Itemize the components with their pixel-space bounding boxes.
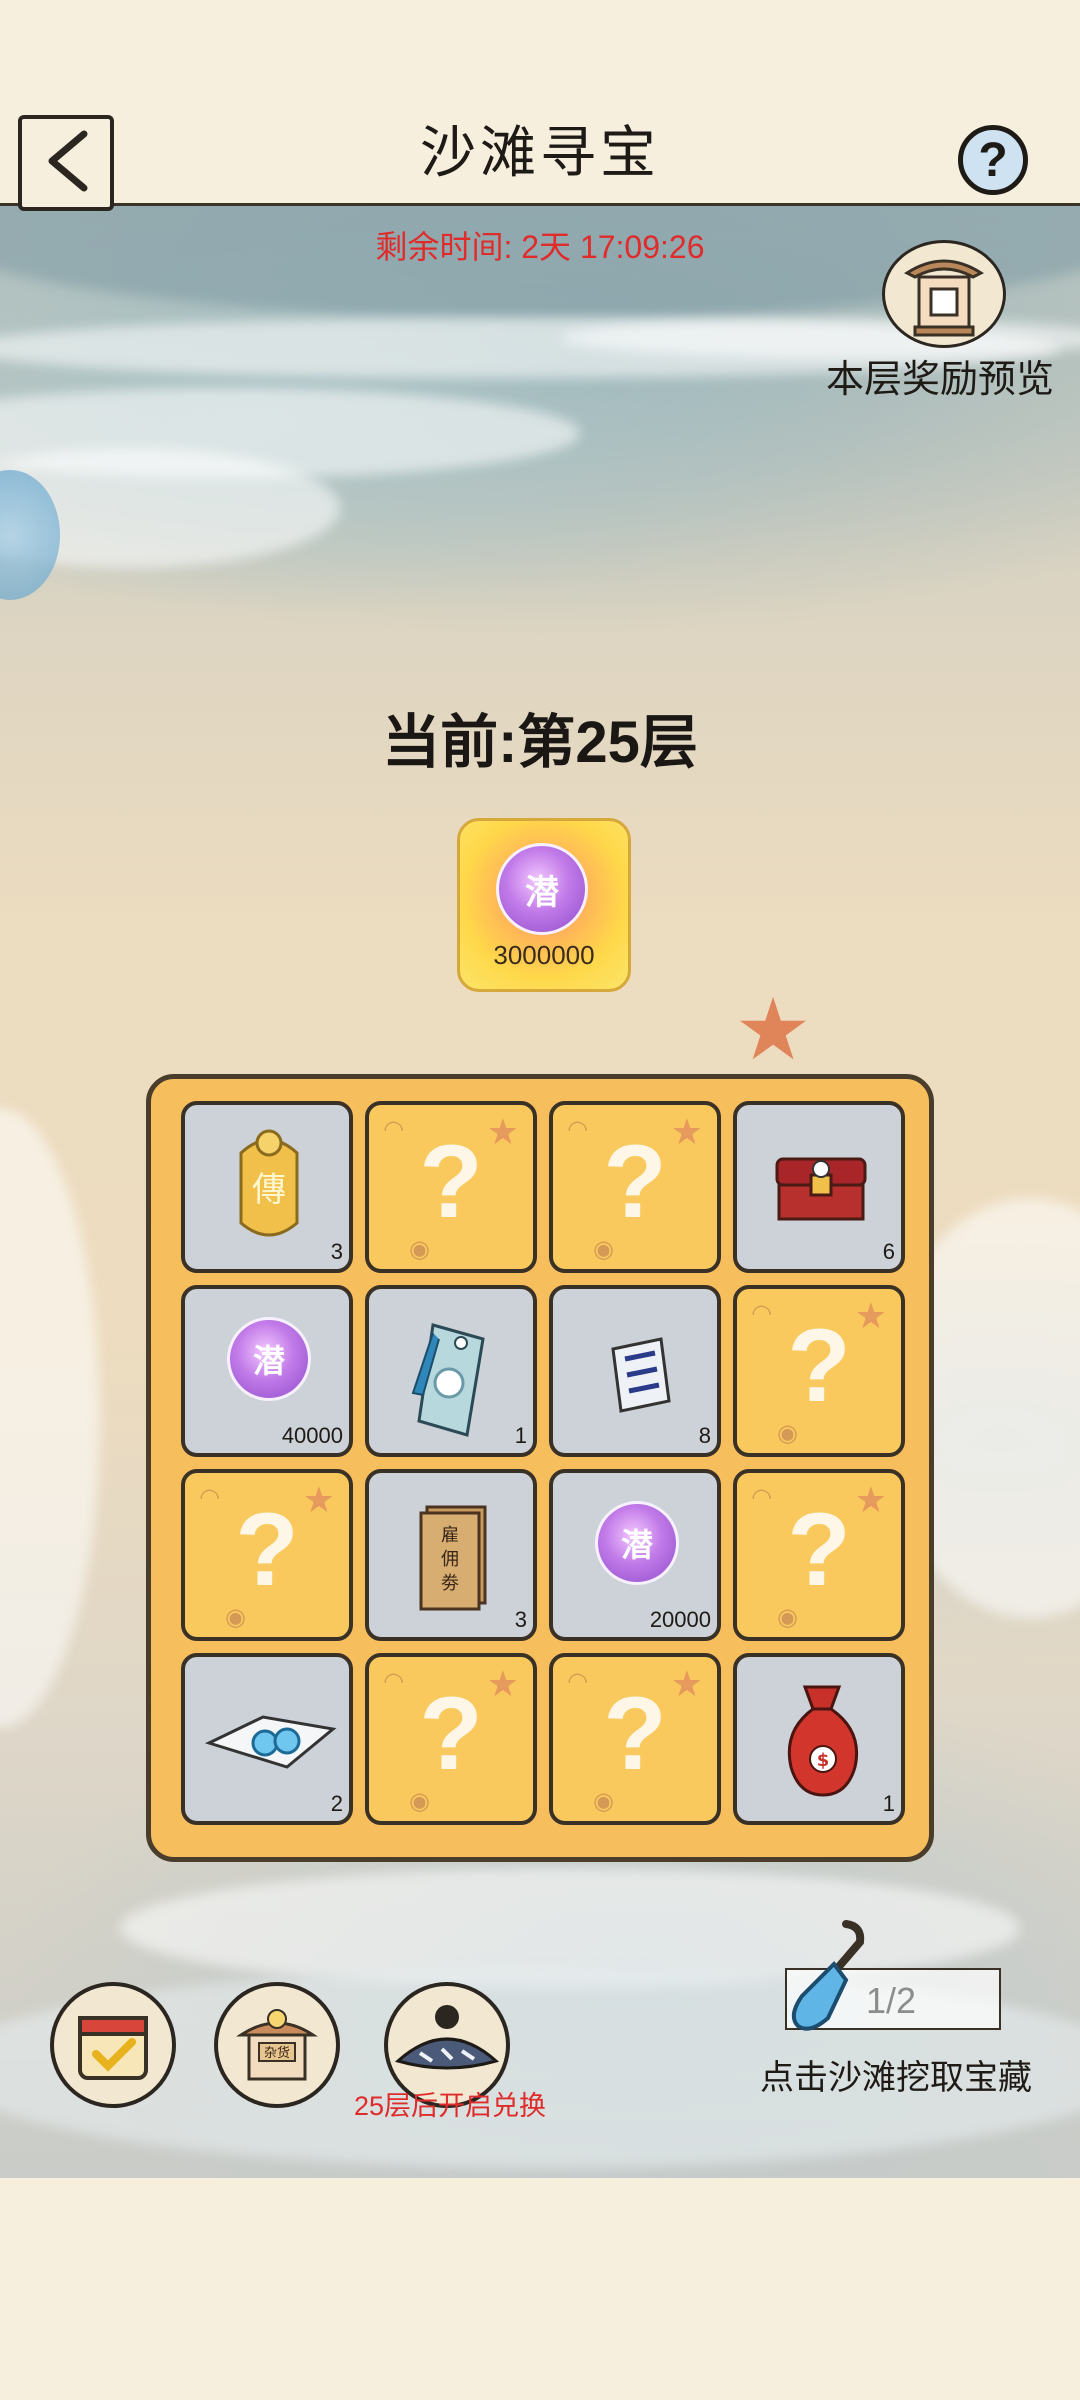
svg-text:佣: 佣 xyxy=(441,1549,459,1570)
board-cell[interactable]: 潜 20000 xyxy=(549,1469,721,1641)
dig-instruction: 点击沙滩挖取宝藏 xyxy=(760,2059,1032,2097)
question-mark-icon: ? xyxy=(419,1124,483,1240)
grand-reward-card[interactable]: 潜 3000000 xyxy=(457,818,631,992)
shrine-icon xyxy=(903,259,985,337)
pearl-cloth-icon xyxy=(204,1715,337,1769)
hire-ticket-icon: 雇 佣 劵 xyxy=(419,1505,487,1611)
board-cell[interactable]: 1 xyxy=(365,1285,537,1457)
board-cell[interactable]: 潜 40000 xyxy=(181,1285,353,1457)
board-cell[interactable]: 雇 佣 劵 3 xyxy=(365,1469,537,1641)
board-cell[interactable]: $ 1 xyxy=(733,1653,905,1825)
svg-text:傳: 傳 xyxy=(252,1170,286,1210)
blue-tag-icon xyxy=(411,1323,485,1437)
calendar-check-icon xyxy=(78,2016,148,2080)
question-mark-icon: ? xyxy=(787,1308,851,1424)
golden-token-icon: 傳 xyxy=(239,1129,299,1237)
item-count: 3 xyxy=(330,1239,343,1264)
help-button[interactable]: ? xyxy=(958,125,1028,195)
item-count: 2 xyxy=(330,1791,343,1816)
question-mark-icon: ? xyxy=(603,1124,667,1240)
question-mark-icon: ? xyxy=(419,1676,483,1792)
page-title: 沙滩寻宝 xyxy=(420,121,660,184)
svg-text:杂货: 杂货 xyxy=(264,2045,290,2061)
reward-preview-button[interactable] xyxy=(882,240,1006,348)
general-store-icon: 杂货 xyxy=(236,2009,318,2081)
item-count: 3 xyxy=(514,1607,527,1632)
board-cell-hidden[interactable]: ★ ◠ ◉ ? xyxy=(365,1653,537,1825)
question-mark-icon: ? xyxy=(235,1492,299,1608)
current-floor: 当前:第25层 xyxy=(382,710,698,775)
item-count: 40000 xyxy=(281,1423,343,1448)
treasure-board: 傳 3 ★ ◠ ◉ ? ★ ◠ ◉ ? 6 潜 40000 1 8 ★ ◠ ◉ … xyxy=(146,1074,934,1862)
general-store-button[interactable]: 杂货 xyxy=(214,1982,340,2108)
board-cell-hidden[interactable]: ★ ◠ ◉ ? xyxy=(549,1101,721,1273)
board-cell[interactable]: 6 xyxy=(733,1101,905,1273)
purple-orb-icon: 潜 xyxy=(227,1317,311,1401)
straw-hat-npc-icon xyxy=(394,2005,500,2070)
svg-text:劵: 劵 xyxy=(441,1573,459,1594)
money-bag-icon: $ xyxy=(787,1685,859,1797)
starfish-decoration: ★ xyxy=(734,982,812,1078)
board-cell-hidden[interactable]: ★ ◠ ◉ ? xyxy=(365,1101,537,1273)
board-cell[interactable]: 2 xyxy=(181,1653,353,1825)
reward-preview-label: 本层奖励预览 xyxy=(825,359,1054,401)
calendar-button[interactable] xyxy=(50,1982,176,2108)
purple-orb-icon: 潜 xyxy=(595,1501,679,1585)
shovel-count: 1/2 xyxy=(866,1980,917,2021)
item-count: 1 xyxy=(514,1423,527,1448)
purple-orb-icon: 潜 xyxy=(496,843,588,935)
board-cell-hidden[interactable]: ★ ◠ ◉ ? xyxy=(733,1469,905,1641)
treasure-chest-icon xyxy=(775,1157,867,1221)
exchange-unlock-note: 25层后开启兑换 xyxy=(353,2091,547,2121)
bottom-blank-area xyxy=(0,2178,1080,2400)
question-mark-icon: ? xyxy=(787,1492,851,1608)
board-cell[interactable]: 傳 3 xyxy=(181,1101,353,1273)
item-count: 1 xyxy=(882,1791,895,1816)
board-cell[interactable]: 8 xyxy=(549,1285,721,1457)
board-cell-hidden[interactable]: ★ ◠ ◉ ? xyxy=(733,1285,905,1457)
scroll-icon xyxy=(611,1337,671,1413)
item-count: 8 xyxy=(698,1423,711,1448)
question-mark-icon: ? xyxy=(603,1676,667,1792)
svg-text:$: $ xyxy=(817,1750,830,1771)
grand-reward-amount: 3000000 xyxy=(493,940,595,970)
board-cell-hidden[interactable]: ★ ◠ ◉ ? xyxy=(181,1469,353,1641)
item-count: 6 xyxy=(882,1239,895,1264)
board-cell-hidden[interactable]: ★ ◠ ◉ ? xyxy=(549,1653,721,1825)
item-count: 20000 xyxy=(649,1607,711,1632)
svg-text:雇: 雇 xyxy=(441,1525,459,1546)
shovel-icon[interactable] xyxy=(776,1916,876,2036)
